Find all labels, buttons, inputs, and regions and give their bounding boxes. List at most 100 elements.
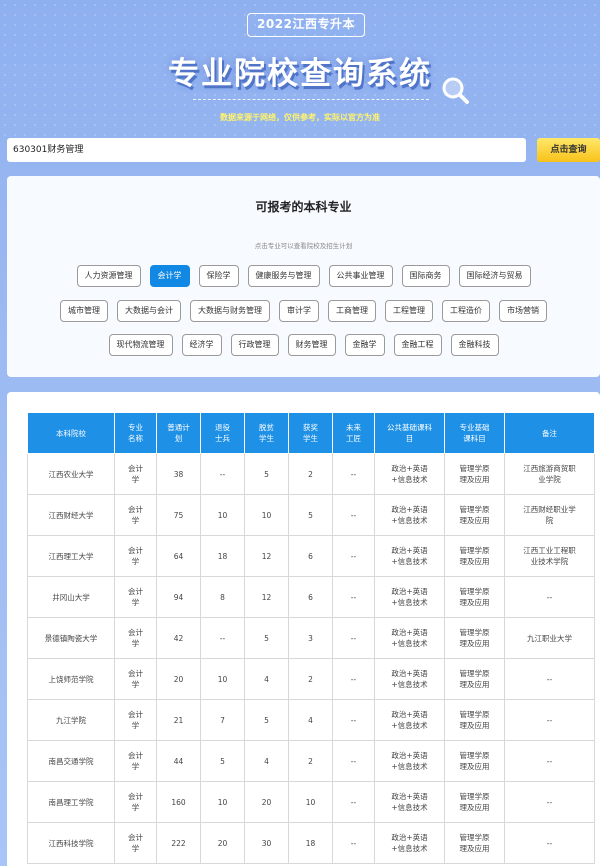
table-cell: 75 bbox=[156, 494, 201, 536]
table-cell: 政治+英语 +信息技术 bbox=[374, 453, 445, 495]
table-cell: 政治+英语 +信息技术 bbox=[374, 822, 445, 864]
table-cell: -- bbox=[504, 822, 595, 864]
table-cell: -- bbox=[332, 617, 375, 659]
table-cell: 政治+英语 +信息技术 bbox=[374, 494, 445, 536]
column-header: 普通计划 bbox=[156, 412, 201, 454]
table-cell: 8 bbox=[200, 576, 245, 618]
search-button[interactable]: 点击查询 bbox=[537, 138, 600, 162]
table-cell: 管理学原 理及应用 bbox=[444, 658, 505, 700]
table-cell: -- bbox=[332, 453, 375, 495]
major-tag[interactable]: 国际商务 bbox=[401, 265, 450, 287]
table-cell: 18 bbox=[288, 822, 333, 864]
table-cell: -- bbox=[504, 740, 595, 782]
table-cell: 6 bbox=[288, 576, 333, 618]
table-cell: 管理学原 理及应用 bbox=[444, 822, 505, 864]
tag-row: 现代物流管理 经济学 行政管理 财务管理 金融学 金融工程 金融科技 bbox=[7, 334, 600, 356]
table-cell: 江西财经大学 bbox=[27, 494, 115, 536]
tag-row: 人力资源管理 会计学 保险学 健康服务与管理 公共事业管理 国际商务 国际经济与贸易 bbox=[7, 265, 600, 287]
table-cell: 会计学 bbox=[114, 822, 157, 864]
table-cell: 5 bbox=[244, 617, 289, 659]
major-tag[interactable]: 行政管理 bbox=[230, 334, 279, 356]
table-cell: -- bbox=[332, 822, 375, 864]
table-cell: 5 bbox=[244, 453, 289, 495]
major-tag[interactable]: 人力资源管理 bbox=[76, 265, 141, 287]
table-cell: -- bbox=[504, 576, 595, 618]
table-cell: 政治+英语 +信息技术 bbox=[374, 781, 445, 823]
major-tag[interactable]: 现代物流管理 bbox=[108, 334, 173, 356]
major-tag[interactable]: 金融学 bbox=[344, 334, 385, 356]
table-cell: 10 bbox=[200, 781, 245, 823]
table-cell: 20 bbox=[200, 822, 245, 864]
table-cell: 4 bbox=[244, 740, 289, 782]
table-cell: 管理学原 理及应用 bbox=[444, 576, 505, 618]
table-cell: 井冈山大学 bbox=[27, 576, 115, 618]
table-cell: 38 bbox=[156, 453, 201, 495]
table-cell: -- bbox=[332, 658, 375, 700]
table-cell: 江西科技学院 bbox=[27, 822, 115, 864]
table-cell: 20 bbox=[244, 781, 289, 823]
major-tag[interactable]: 金融科技 bbox=[450, 334, 499, 356]
table-cell: 10 bbox=[200, 494, 245, 536]
major-tag[interactable]: 城市管理 bbox=[60, 300, 108, 322]
table-cell: -- bbox=[504, 658, 595, 700]
table-cell: 10 bbox=[244, 494, 289, 536]
major-tag[interactable]: 市场营销 bbox=[499, 300, 547, 322]
table-cell: 会计学 bbox=[114, 453, 157, 495]
table-cell: -- bbox=[332, 781, 375, 823]
major-tag[interactable]: 保险学 bbox=[198, 265, 239, 287]
table-cell: 42 bbox=[156, 617, 201, 659]
year-badge: 2022江西专升本 bbox=[247, 13, 365, 37]
table-cell: 5 bbox=[200, 740, 245, 782]
table-cell: 2 bbox=[288, 453, 333, 495]
major-tag[interactable]: 经济学 bbox=[181, 334, 222, 356]
table-cell: -- bbox=[332, 535, 375, 577]
table-cell: 江西旅游商贸职 业学院 bbox=[504, 453, 595, 495]
table-cell: -- bbox=[332, 699, 375, 741]
major-tag[interactable]: 工程造价 bbox=[442, 300, 490, 322]
table-cell: -- bbox=[504, 781, 595, 823]
table-row: 井冈山大学 会计学 94 8 12 6 -- 政治+英语 +信息技术 管理学原 理及应用 -- bbox=[27, 576, 595, 618]
table-cell: -- bbox=[200, 453, 245, 495]
table-row: 九江学院 会计学 21 7 5 4 -- 政治+英语 +信息技术 管理学原 理及应用 -- bbox=[27, 699, 595, 741]
table-cell: 上饶师范学院 bbox=[27, 658, 115, 700]
table-row: 景德镇陶瓷大学 会计学 42 -- 5 3 -- 政治+英语 +信息技术 管理学原 理及应用 九江职业… bbox=[27, 617, 595, 659]
tag-row: 城市管理 大数据与会计 大数据与财务管理 审计学 工商管理 工程管理 工程造价 市场营销 bbox=[7, 300, 600, 322]
major-tag[interactable]: 会计学 bbox=[149, 265, 190, 287]
major-tag[interactable]: 工程管理 bbox=[385, 300, 433, 322]
column-header: 公共基础课科目 bbox=[374, 412, 445, 454]
table-cell: 管理学原 理及应用 bbox=[444, 535, 505, 577]
table-cell: 政治+英语 +信息技术 bbox=[374, 658, 445, 700]
major-tag[interactable]: 健康服务与管理 bbox=[247, 265, 320, 287]
search-input[interactable]: 630301财务管理 bbox=[7, 138, 526, 162]
column-header: 退役 士兵 bbox=[200, 412, 245, 454]
table-cell: 管理学原 理及应用 bbox=[444, 494, 505, 536]
magnifier-icon bbox=[442, 77, 469, 104]
table-cell: 江西财经职业学院 bbox=[504, 494, 595, 536]
major-tag[interactable]: 财务管理 bbox=[287, 334, 336, 356]
major-tag[interactable]: 金融工程 bbox=[393, 334, 442, 356]
table-cell: 2 bbox=[288, 740, 333, 782]
table-cell: 会计学 bbox=[114, 535, 157, 577]
major-tag[interactable]: 审计学 bbox=[279, 300, 319, 322]
major-tag[interactable]: 大数据与会计 bbox=[117, 300, 181, 322]
table-cell: 3 bbox=[288, 617, 333, 659]
table-cell: 政治+英语 +信息技术 bbox=[374, 617, 445, 659]
table-cell: 南昌理工学院 bbox=[27, 781, 115, 823]
table-cell: 20 bbox=[156, 658, 201, 700]
table-cell: 18 bbox=[200, 535, 245, 577]
table-cell: 江西农业大学 bbox=[27, 453, 115, 495]
table-cell: 10 bbox=[288, 781, 333, 823]
table-cell: 会计学 bbox=[114, 494, 157, 536]
table-cell: -- bbox=[200, 617, 245, 659]
table-cell: 政治+英语 +信息技术 bbox=[374, 740, 445, 782]
table-cell: 管理学原 理及应用 bbox=[444, 617, 505, 659]
major-tag[interactable]: 公共事业管理 bbox=[328, 265, 393, 287]
table-cell: 会计学 bbox=[114, 781, 157, 823]
major-tag[interactable]: 大数据与财务管理 bbox=[190, 300, 270, 322]
column-header: 本科院校 bbox=[27, 412, 115, 454]
table-cell: 会计学 bbox=[114, 740, 157, 782]
table-cell: 会计学 bbox=[114, 699, 157, 741]
major-tag[interactable]: 国际经济与贸易 bbox=[458, 265, 531, 287]
column-header: 备注 bbox=[504, 412, 595, 454]
major-tag[interactable]: 工商管理 bbox=[328, 300, 376, 322]
